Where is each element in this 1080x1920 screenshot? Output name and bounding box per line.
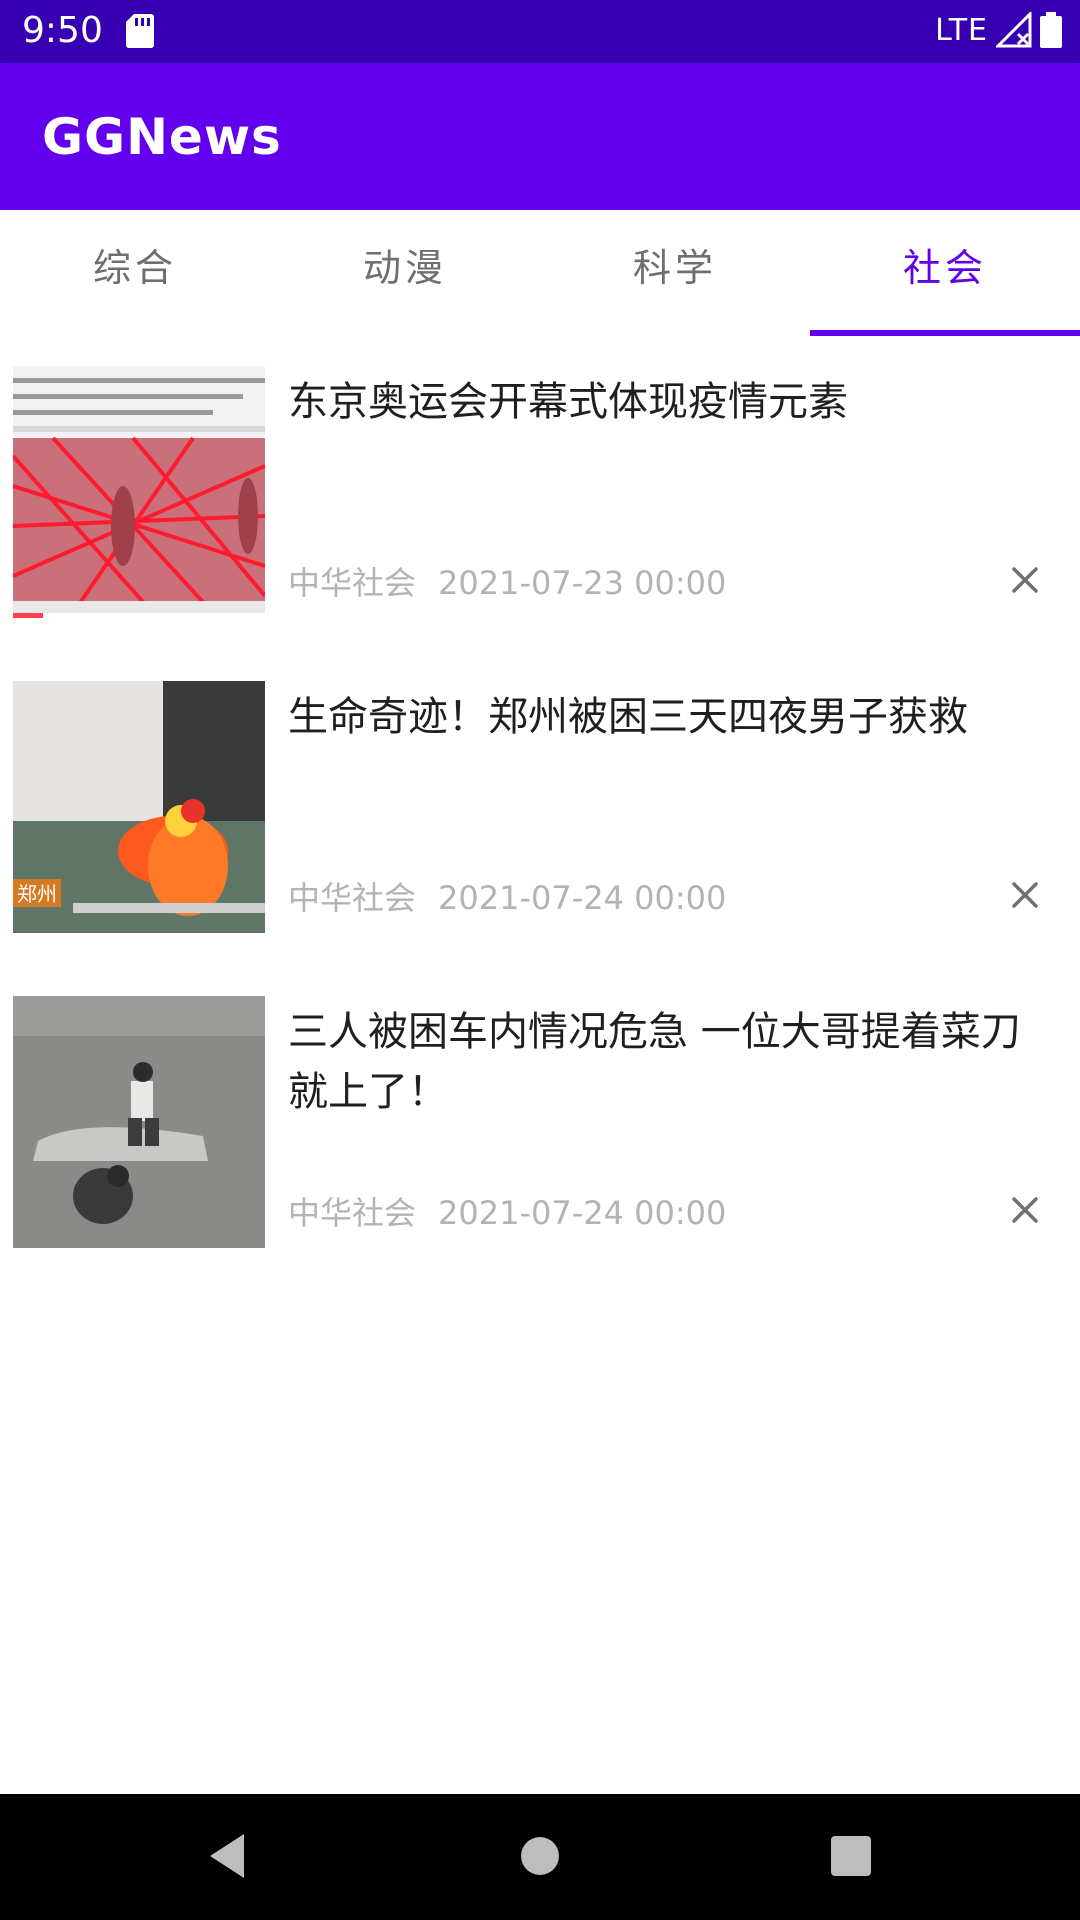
close-icon[interactable] [1006,561,1044,599]
news-date: 2021-07-24 00:00 [438,1194,727,1232]
news-item[interactable]: 三人被困车内情况危急 一位大哥提着菜刀就上了！ 中华社会 2021-07-24 0… [0,966,1080,1281]
close-icon[interactable] [1006,876,1044,914]
battery-icon [1040,12,1062,48]
recents-icon[interactable] [826,1824,876,1888]
app-title: GGNews [42,108,282,166]
news-source: 中华社会 [288,879,417,917]
news-item[interactable]: 东京奥运会开幕式体现疫情元素 中华社会 2021-07-23 00:00 [0,336,1080,651]
tab-general[interactable]: 综合 [0,210,270,336]
news-meta: 中华社会 2021-07-24 00:00 [288,1188,726,1234]
news-list: 东京奥运会开幕式体现疫情元素 中华社会 2021-07-23 00:00 郑州 [0,336,1080,1281]
status-bar: 9:50 LTE [0,0,1080,63]
news-meta: 中华社会 2021-07-23 00:00 [288,558,726,604]
tab-label: 综合 [92,245,177,290]
signal-icon [996,12,1032,48]
home-icon[interactable] [502,1824,578,1888]
news-item[interactable]: 郑州 生命奇迹！郑州被困三天四夜男子获救 中华社会 2021-07-24 00:0… [0,651,1080,966]
news-thumbnail: 郑州 [13,681,265,933]
news-title: 三人被困车内情况危急 一位大哥提着菜刀就上了！ [288,1009,1021,1115]
news-thumbnail [13,996,265,1248]
tab-label: 科学 [632,245,717,290]
news-source: 中华社会 [288,1194,417,1232]
tab-science[interactable]: 科学 [540,210,810,336]
news-date: 2021-07-24 00:00 [438,879,727,917]
tab-anime[interactable]: 动漫 [270,210,540,336]
back-icon[interactable] [204,1824,248,1888]
svg-text:郑州: 郑州 [17,882,57,906]
tab-society[interactable]: 社会 [810,210,1080,336]
news-title: 生命奇迹！郑州被困三天四夜男子获救 [288,694,968,740]
navigation-bar [0,1794,1080,1920]
close-icon[interactable] [1006,1191,1044,1229]
tab-label: 社会 [902,245,987,290]
news-title: 东京奥运会开幕式体现疫情元素 [288,379,848,425]
news-source: 中华社会 [288,564,417,602]
app-bar: GGNews [0,63,1080,210]
news-meta: 中华社会 2021-07-24 00:00 [288,873,726,919]
sd-card-icon [126,14,154,48]
network-type: LTE [935,12,988,48]
tab-label: 动漫 [362,245,447,290]
status-time: 9:50 [22,10,103,51]
news-thumbnail [13,366,265,618]
news-date: 2021-07-23 00:00 [438,564,727,602]
tab-bar: 综合 动漫 科学 社会 [0,210,1080,336]
